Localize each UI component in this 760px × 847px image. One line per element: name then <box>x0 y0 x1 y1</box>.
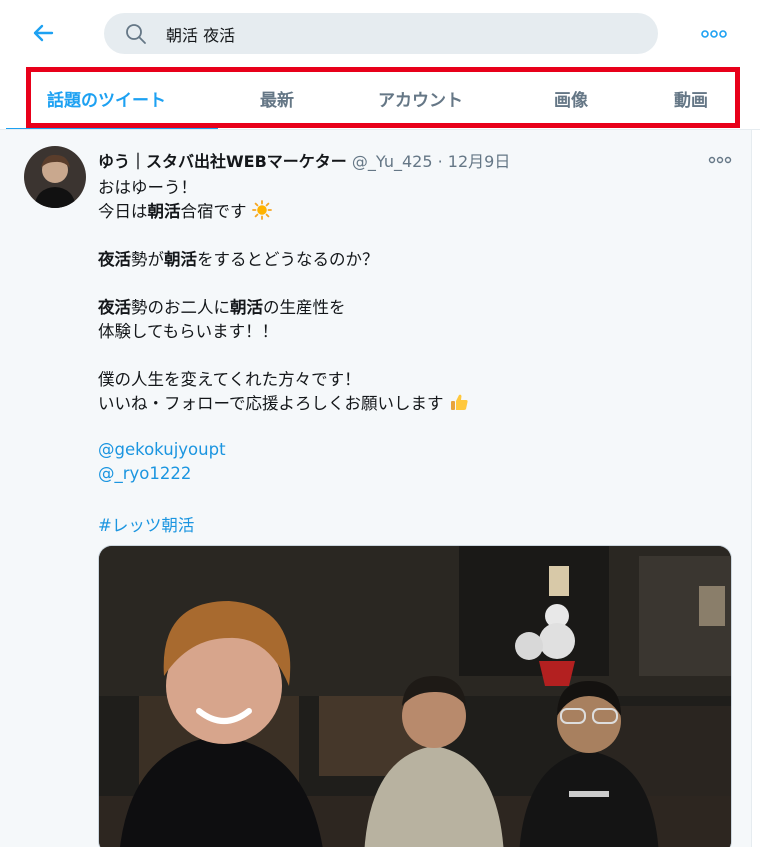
keyword-highlight: 朝活 <box>147 202 181 221</box>
tweet-date[interactable]: 12月9日 <box>448 152 511 171</box>
top-bar <box>0 0 760 66</box>
tab-accounts[interactable]: アカウント <box>378 86 463 112</box>
text: いいね・フォローで応援よろしくお願いします <box>98 394 444 413</box>
thumbs-up-emoji-icon <box>449 392 469 419</box>
tweet-card[interactable]: ゆう｜スタバ出社WEBマーケター @_Yu_425 · 12月9日 おはゆーう！… <box>0 130 752 847</box>
keyword-highlight: 夜活 <box>98 298 131 317</box>
text: をするとどうなるのか？ <box>197 250 379 269</box>
tweet-header: ゆう｜スタバ出社WEBマーケター @_Yu_425 · 12月9日 <box>98 148 510 172</box>
tweet-line-1: おはゆーう！ <box>98 178 197 197</box>
tweet-line-2: 今日は朝活合宿です <box>98 200 272 227</box>
tweet-line-7: いいね・フォローで応援よろしくお願いします <box>98 392 469 419</box>
avatar[interactable] <box>24 146 86 208</box>
text: の生産性を <box>263 298 346 317</box>
user-handle[interactable]: @_Yu_425 <box>352 152 433 171</box>
user-name[interactable]: ゆう｜スタバ出社WEBマーケター <box>98 152 347 171</box>
tweet-line-5: 体験してもらいます！！ <box>98 322 279 341</box>
tab-photos[interactable]: 画像 <box>554 86 588 112</box>
search-tabs: 話題のツイート 最新 アカウント 画像 動画 <box>0 66 760 130</box>
separator: · <box>437 152 443 171</box>
text: 今日は <box>98 202 148 221</box>
back-arrow-icon[interactable] <box>28 18 58 48</box>
text: 合宿です <box>180 202 247 221</box>
keyword-highlight: 朝活 <box>164 250 197 269</box>
mention-link[interactable]: @gekokujyoupt <box>98 440 226 459</box>
keyword-highlight: 朝活 <box>230 298 263 317</box>
search-box[interactable] <box>104 13 658 54</box>
keyword-highlight: 夜活 <box>98 250 131 269</box>
hashtag-link[interactable]: #レッツ朝活 <box>98 512 194 536</box>
three-people-selfie-photo <box>99 546 731 847</box>
tab-top-tweets[interactable]: 話題のツイート <box>47 86 166 112</box>
search-icon <box>124 22 148 46</box>
tweet-photo[interactable] <box>98 545 732 847</box>
search-input[interactable] <box>166 13 636 54</box>
tweet-line-4: 夜活勢のお二人に朝活の生産性を <box>98 296 346 320</box>
tab-latest[interactable]: 最新 <box>260 86 294 112</box>
mention-link[interactable]: @_ryo1222 <box>98 464 191 483</box>
tweet-line-6: 僕の人生を変えてくれた方々です！ <box>98 370 361 389</box>
sun-emoji-icon <box>251 200 272 227</box>
text: 勢のお二人に <box>131 298 230 317</box>
tweet-more-icon[interactable] <box>706 150 734 170</box>
text: 勢が <box>131 250 164 269</box>
tab-videos[interactable]: 動画 <box>674 86 708 112</box>
tweet-line-3: 夜活勢が朝活をするとどうなるのか？ <box>98 248 379 272</box>
more-options-icon[interactable] <box>698 22 730 46</box>
